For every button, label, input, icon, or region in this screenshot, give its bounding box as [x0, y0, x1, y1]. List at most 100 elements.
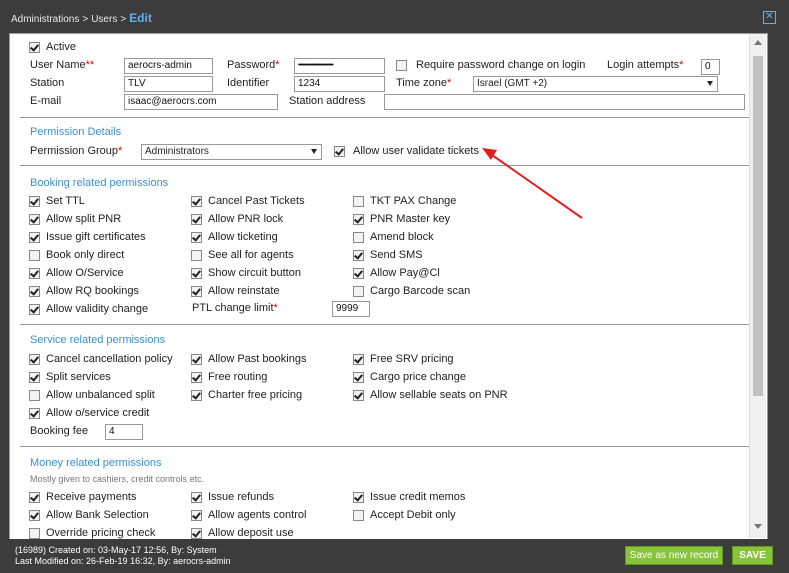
booking-permission-checkbox[interactable] [353, 250, 364, 261]
money-permission-checkbox[interactable] [29, 510, 40, 521]
service-permission-checkbox[interactable] [353, 354, 364, 365]
active-label: Active [46, 41, 76, 53]
booking-permission-label: Allow validity change [46, 303, 149, 315]
money-permission-checkbox[interactable] [29, 528, 40, 539]
booking-permission-checkbox[interactable] [29, 232, 40, 243]
money-permissions-subtitle: Mostly given to cashiers, credit control… [30, 474, 205, 484]
money-permission-checkbox[interactable] [29, 492, 40, 503]
booking-permission-label: Allow ticketing [208, 231, 278, 243]
email-input[interactable]: isaac@aerocrs.com [124, 94, 278, 110]
service-permission-checkbox[interactable] [29, 354, 40, 365]
login-attempts-label: Login attempts* [607, 59, 684, 71]
booking-permissions-title: Booking related permissions [30, 177, 169, 189]
chevron-down-icon [707, 81, 713, 86]
booking-fee-input[interactable]: 4 [105, 424, 143, 440]
modified-info: Last Modified on: 26-Feb-19 16:32, By: a… [15, 556, 231, 566]
money-permission-checkbox[interactable] [353, 492, 364, 503]
user-edit-form: Active User Name** aerocrs-admin Passwor… [9, 33, 768, 540]
service-permission-checkbox[interactable] [353, 372, 364, 383]
booking-permission-label: Allow reinstate [208, 285, 280, 297]
booking-permission-checkbox[interactable] [29, 304, 40, 315]
active-checkbox[interactable] [29, 42, 40, 53]
service-permission-label: Free routing [208, 371, 268, 383]
email-label: E-mail [30, 95, 62, 107]
save-button[interactable]: SAVE [732, 546, 773, 565]
money-permission-label: Allow agents control [208, 509, 307, 521]
require-password-change-label: Require password change on login [416, 59, 586, 71]
station-input[interactable]: TLV [124, 76, 213, 92]
booking-permission-checkbox[interactable] [191, 268, 202, 279]
money-permission-label: Override pricing check [46, 527, 156, 539]
service-permission-label: Split services [46, 371, 111, 383]
service-permission-label: Allow Past bookings [208, 353, 307, 365]
identifier-label: Identifier [227, 77, 270, 89]
booking-permission-checkbox[interactable] [353, 196, 364, 207]
booking-fee-label: Booking fee [30, 425, 89, 437]
booking-permission-label: Allow Pay@Cl [370, 267, 440, 279]
booking-permission-checkbox[interactable] [353, 232, 364, 243]
service-permission-label: Free SRV pricing [370, 353, 454, 365]
login-attempts-input[interactable]: 0 [701, 59, 720, 75]
booking-permission-label: TKT PAX Change [370, 195, 457, 207]
booking-permission-label: Show circuit button [208, 267, 301, 279]
ptl-change-limit-input[interactable]: 9999 [332, 301, 370, 317]
money-permission-checkbox[interactable] [191, 492, 202, 503]
created-info: (16989) Created on: 03-May-17 12:56, By:… [15, 545, 217, 555]
booking-permission-checkbox[interactable] [191, 232, 202, 243]
booking-permission-checkbox[interactable] [29, 286, 40, 297]
permission-details-title: Permission Details [30, 126, 122, 138]
allow-validate-tickets-label: Allow user validate tickets [353, 145, 479, 157]
booking-permission-checkbox[interactable] [191, 250, 202, 261]
close-icon[interactable]: ✕ [763, 11, 776, 24]
service-permission-checkbox[interactable] [29, 390, 40, 401]
station-address-input[interactable] [384, 94, 745, 110]
save-as-new-record-button[interactable]: Save as new record [625, 546, 723, 565]
scrollbar[interactable] [749, 34, 766, 538]
timezone-select[interactable]: Israel (GMT +2) [473, 76, 718, 92]
scrollbar-thumb[interactable] [753, 56, 763, 396]
scroll-up-icon[interactable] [754, 40, 762, 45]
booking-permission-checkbox[interactable] [353, 286, 364, 297]
booking-permission-label: Send SMS [370, 249, 423, 261]
service-permission-checkbox[interactable] [29, 372, 40, 383]
service-permission-checkbox[interactable] [29, 408, 40, 419]
money-permission-checkbox[interactable] [191, 510, 202, 521]
divider [20, 165, 756, 166]
booking-permission-checkbox[interactable] [29, 268, 40, 279]
booking-permission-checkbox[interactable] [29, 250, 40, 261]
service-permission-checkbox[interactable] [191, 354, 202, 365]
service-permission-checkbox[interactable] [191, 390, 202, 401]
booking-permission-checkbox[interactable] [191, 286, 202, 297]
require-password-change-checkbox[interactable] [396, 60, 407, 71]
money-permission-checkbox[interactable] [353, 510, 364, 521]
booking-permission-label: See all for agents [208, 249, 294, 261]
ptl-change-limit-label: PTL change limit* [192, 302, 278, 314]
breadcrumb-administrations[interactable]: Administrations [11, 14, 79, 25]
service-permission-label: Allow sellable seats on PNR [370, 389, 508, 401]
identifier-input[interactable]: 1234 [294, 76, 385, 92]
booking-permission-checkbox[interactable] [353, 214, 364, 225]
booking-permission-checkbox[interactable] [191, 196, 202, 207]
money-permission-label: Issue credit memos [370, 491, 466, 503]
allow-validate-tickets-checkbox[interactable] [334, 146, 345, 157]
booking-permission-label: Book only direct [46, 249, 125, 261]
booking-permission-label: PNR Master key [370, 213, 451, 225]
booking-permission-label: Issue gift certificates [46, 231, 146, 243]
booking-permission-checkbox[interactable] [29, 196, 40, 207]
password-input[interactable]: •••••••••••••••••••••••• [294, 58, 385, 74]
money-permission-checkbox[interactable] [191, 528, 202, 539]
breadcrumb-users[interactable]: Users [91, 14, 117, 25]
divider [20, 117, 756, 118]
scroll-down-icon[interactable] [754, 524, 762, 529]
username-input[interactable]: aerocrs-admin [124, 58, 213, 74]
service-permission-checkbox[interactable] [191, 372, 202, 383]
booking-permission-checkbox[interactable] [353, 268, 364, 279]
permission-group-select[interactable]: Administrators [141, 144, 322, 160]
service-permission-checkbox[interactable] [353, 390, 364, 401]
money-permission-label: Allow deposit use [208, 527, 294, 539]
booking-permission-label: Allow PNR lock [208, 213, 284, 225]
timezone-label: Time zone* [396, 77, 452, 89]
booking-permission-checkbox[interactable] [29, 214, 40, 225]
booking-permission-checkbox[interactable] [191, 214, 202, 225]
footer: (16989) Created on: 03-May-17 12:56, By:… [0, 539, 789, 573]
